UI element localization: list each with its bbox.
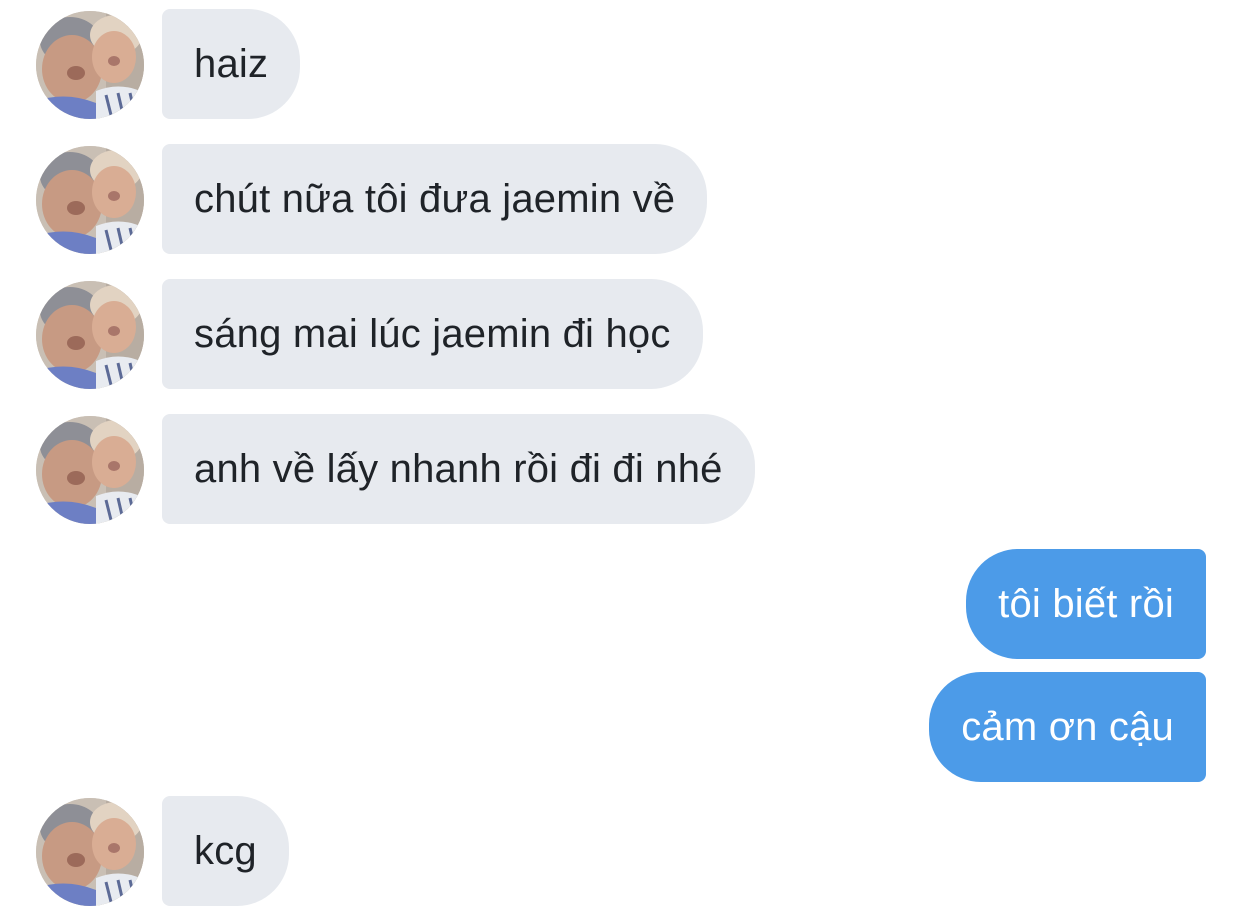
message-text: chút nữa tôi đưa jaemin về xyxy=(194,177,676,221)
avatar-photo-icon[interactable] xyxy=(36,281,144,389)
message-bubble-incoming[interactable]: kcg xyxy=(162,796,289,906)
message-bubble-incoming[interactable]: anh về lấy nhanh rồi đi đi nhé xyxy=(162,414,755,524)
message-text: haiz xyxy=(194,42,269,86)
message-text: sáng mai lúc jaemin đi học xyxy=(194,312,671,356)
message-text: kcg xyxy=(194,829,257,873)
message-bubble-outgoing[interactable]: cảm ơn cậu xyxy=(929,672,1206,782)
message-bubble-incoming[interactable]: sáng mai lúc jaemin đi học xyxy=(162,279,703,389)
avatar-photo-icon[interactable] xyxy=(36,11,144,119)
avatar-photo-icon[interactable] xyxy=(36,146,144,254)
message-text: cảm ơn cậu xyxy=(961,705,1174,749)
message-text: anh về lấy nhanh rồi đi đi nhé xyxy=(194,447,723,491)
message-bubble-outgoing[interactable]: tôi biết rồi xyxy=(966,549,1206,659)
message-text: tôi biết rồi xyxy=(998,582,1174,626)
message-bubble-incoming[interactable]: haiz xyxy=(162,9,301,119)
avatar-photo-icon[interactable] xyxy=(36,416,144,524)
avatar-photo-icon[interactable] xyxy=(36,798,144,906)
message-bubble-incoming[interactable]: chút nữa tôi đưa jaemin về xyxy=(162,144,708,254)
